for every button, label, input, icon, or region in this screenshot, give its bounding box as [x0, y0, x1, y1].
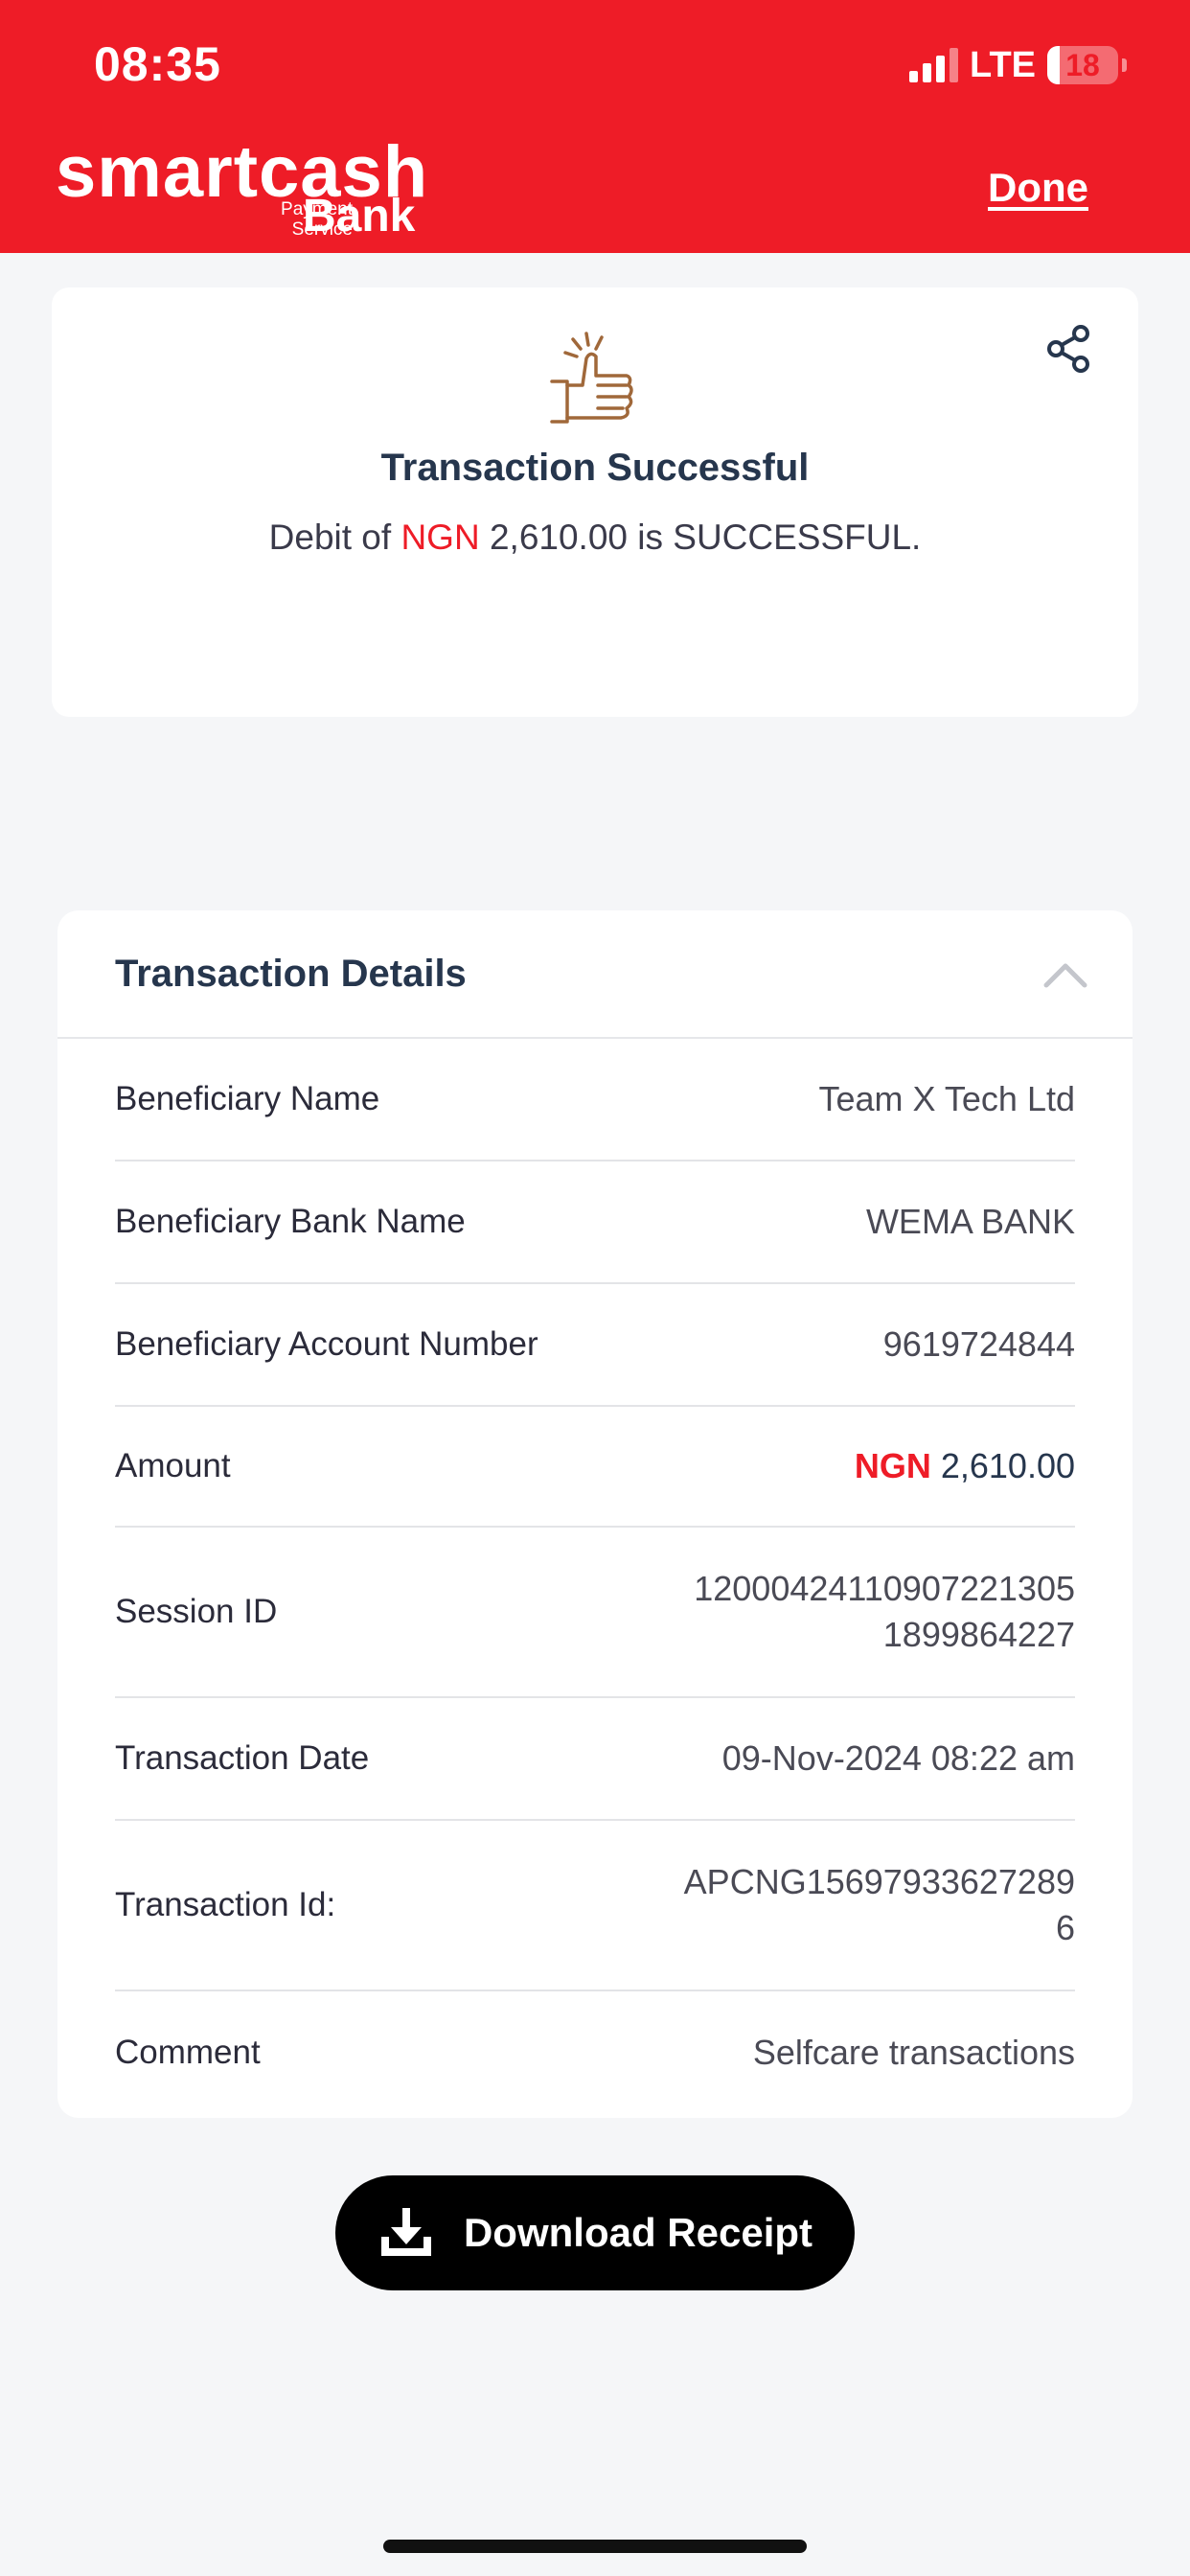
- battery-tip: [1122, 58, 1127, 72]
- message-currency: NGN: [400, 518, 480, 557]
- detail-row-beneficiary-name: Beneficiary Name Team X Tech Ltd: [115, 1039, 1075, 1162]
- row-label: Transaction Date: [115, 1739, 370, 1777]
- row-value: Team X Tech Ltd: [818, 1079, 1076, 1118]
- value-line: APCNG15697933627289: [683, 1862, 1075, 1901]
- transaction-details-card: Transaction Details Beneficiary Name Tea…: [57, 910, 1133, 2118]
- done-button[interactable]: Done: [988, 165, 1088, 211]
- network-type: LTE: [970, 44, 1036, 85]
- download-receipt-button[interactable]: Download Receipt: [335, 2175, 855, 2290]
- amount-value: 2,610.00: [940, 1446, 1075, 1485]
- row-label: Amount: [115, 1447, 231, 1484]
- success-title: Transaction Successful: [380, 447, 810, 489]
- detail-row-transaction-id: Transaction Id: APCNG15697933627289 6: [115, 1821, 1075, 1991]
- detail-row-comment: Comment Selfcare transactions: [115, 1991, 1075, 2114]
- value-line: 12000424110907221305: [694, 1569, 1075, 1608]
- amount-currency: NGN: [854, 1446, 931, 1485]
- download-label: Download Receipt: [463, 2210, 813, 2255]
- chevron-up-icon[interactable]: [1041, 951, 1090, 1000]
- message-prefix: Debit of: [268, 518, 401, 557]
- detail-row-session-id: Session ID 12000424110907221305 18998642…: [115, 1528, 1075, 1698]
- app-header: 08:35 LTE 18 smartcash Payment Service B…: [0, 0, 1190, 253]
- download-icon: [380, 2208, 431, 2256]
- smartcash-logo: smartcash Payment Service Bank: [56, 136, 439, 242]
- row-label: Beneficiary Account Number: [115, 1325, 538, 1363]
- status-icons: LTE 18: [909, 42, 1127, 88]
- share-icon[interactable]: [1042, 322, 1096, 376]
- row-label: Beneficiary Name: [115, 1080, 380, 1117]
- row-label: Comment: [115, 2034, 261, 2071]
- row-label: Session ID: [115, 1593, 278, 1630]
- row-label: Beneficiary Bank Name: [115, 1203, 466, 1240]
- detail-row-transaction-date: Transaction Date 09-Nov-2024 08:22 am: [115, 1698, 1075, 1821]
- row-value: Selfcare transactions: [752, 2033, 1075, 2072]
- details-title: Transaction Details: [115, 953, 467, 995]
- details-header[interactable]: Transaction Details: [57, 910, 1133, 1039]
- thumbs-up-icon: [550, 332, 633, 424]
- row-label: Transaction Id:: [115, 1886, 336, 1923]
- detail-row-amount: Amount NGN 2,610.00: [115, 1407, 1075, 1528]
- row-value: WEMA BANK: [865, 1202, 1075, 1241]
- value-line: 1899864227: [882, 1615, 1075, 1654]
- success-message: Debit of NGN 2,610.00 is SUCCESSFUL.: [52, 518, 1138, 558]
- signal-icon: [909, 48, 959, 82]
- message-suffix: 2,610.00 is SUCCESSFUL.: [479, 518, 922, 557]
- logo-bank: Bank: [303, 191, 416, 242]
- detail-row-account-number: Beneficiary Account Number 9619724844: [115, 1284, 1075, 1407]
- row-value: APCNG15697933627289 6: [684, 1859, 1075, 1951]
- row-value: 9619724844: [882, 1324, 1075, 1364]
- battery-icon: 18: [1047, 46, 1118, 84]
- battery-level: 18: [1065, 47, 1100, 82]
- status-time: 08:35: [94, 37, 221, 91]
- success-card: Transaction Successful Debit of NGN 2,61…: [52, 288, 1138, 717]
- row-value: 12000424110907221305 1899864227: [694, 1566, 1075, 1658]
- row-value: NGN 2,610.00: [855, 1443, 1075, 1489]
- detail-row-bank-name: Beneficiary Bank Name WEMA BANK: [115, 1162, 1075, 1284]
- value-line: 6: [1055, 1908, 1075, 1947]
- home-indicator[interactable]: [383, 2540, 807, 2553]
- row-value: 09-Nov-2024 08:22 am: [721, 1738, 1075, 1778]
